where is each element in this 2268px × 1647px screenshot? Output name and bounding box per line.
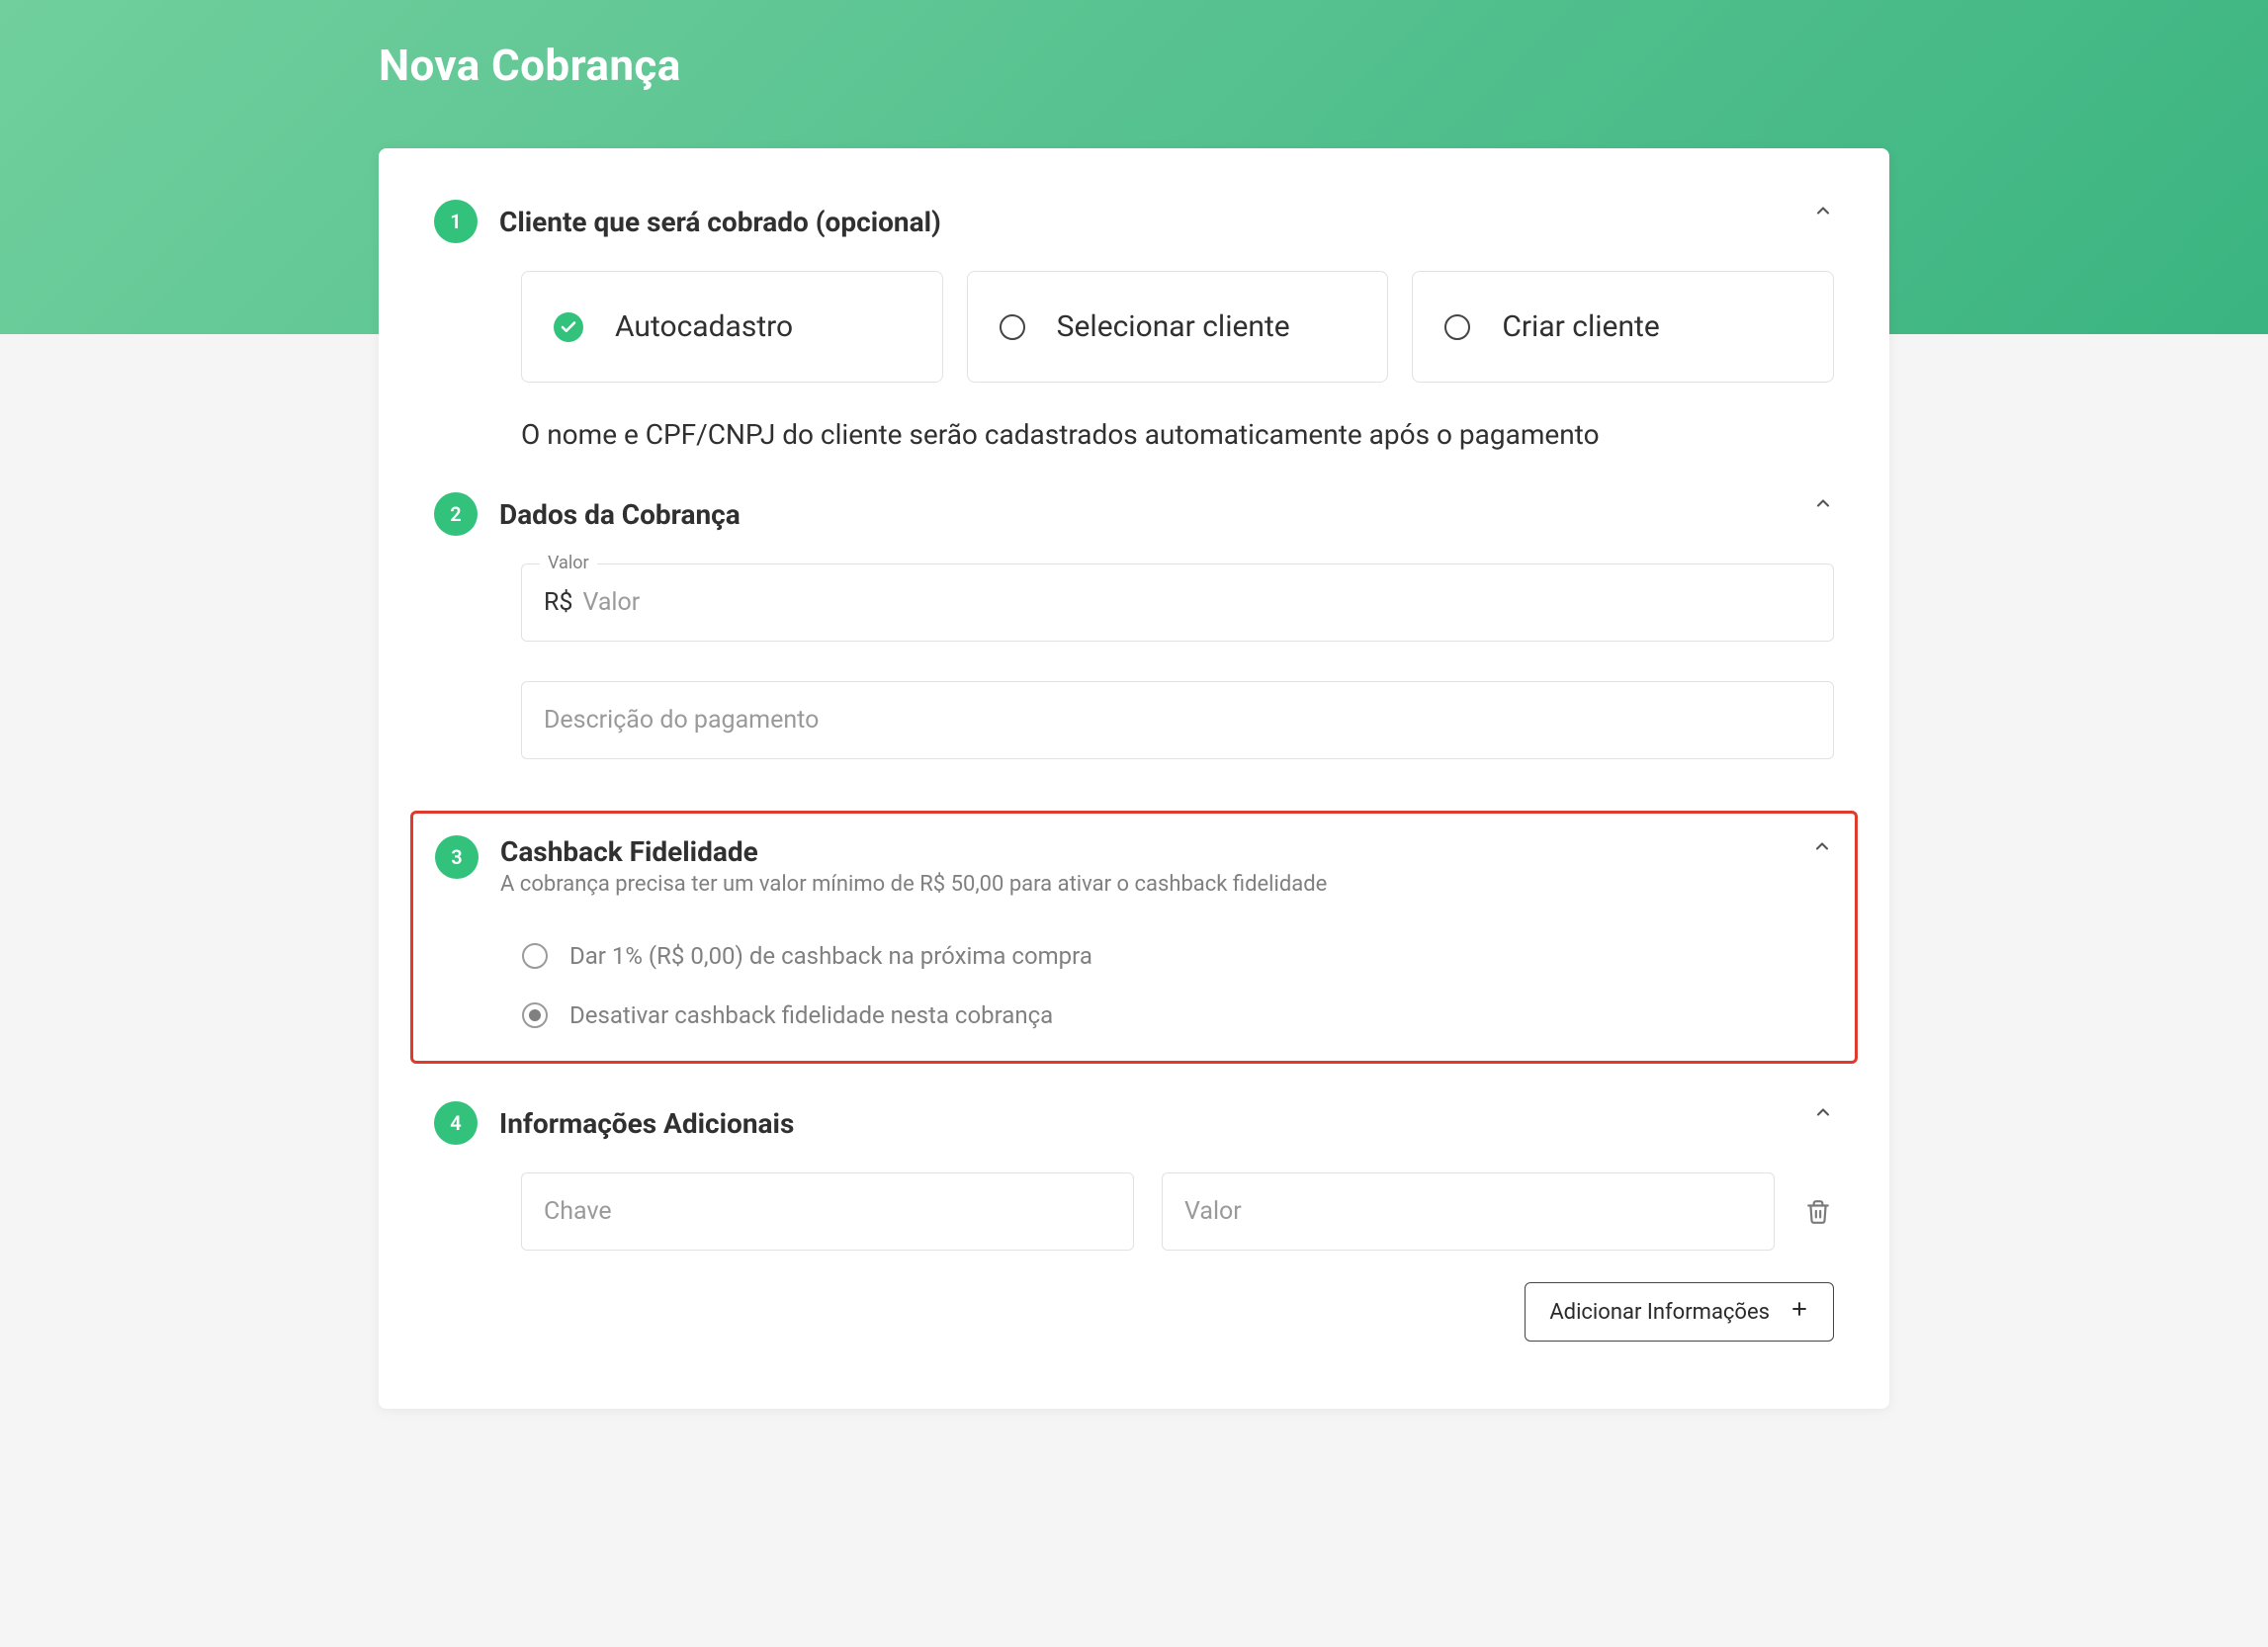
section-1-header-inner: 1 Cliente que será cobrado (opcional) <box>434 200 941 243</box>
section-2-header[interactable]: 2 Dados da Cobrança <box>434 486 1834 558</box>
section-4-body: Adicionar Informações <box>434 1167 1834 1377</box>
valor-input-wrapper[interactable]: Valor R$ <box>521 563 1834 642</box>
check-circle-icon <box>554 312 583 342</box>
client-options-row: Autocadastro Selecionar cliente Criar cl… <box>521 271 1834 402</box>
client-option-autocadastro[interactable]: Autocadastro <box>521 271 943 383</box>
step-badge-4: 4 <box>434 1101 478 1145</box>
page-title: Nova Cobrança <box>379 40 1889 91</box>
section-1-body: Autocadastro Selecionar cliente Criar cl… <box>434 265 1834 486</box>
chevron-up-icon <box>1812 200 1834 221</box>
client-option-criar[interactable]: Criar cliente <box>1412 271 1834 383</box>
cashback-radio-list: Dar 1% (R$ 0,00) de cashback na próxima … <box>435 918 1833 1029</box>
section-2-header-inner: 2 Dados da Cobrança <box>434 492 741 536</box>
valor-adicional-input[interactable] <box>1184 1197 1752 1226</box>
radio-checked-icon <box>522 1002 548 1028</box>
valor-floating-label: Valor <box>540 553 597 573</box>
descricao-input[interactable] <box>544 706 1811 735</box>
trash-icon <box>1805 1197 1831 1227</box>
section-1-header[interactable]: 1 Cliente que será cobrado (opcional) <box>434 170 1834 265</box>
form-card: 1 Cliente que será cobrado (opcional) Au… <box>379 148 1889 1409</box>
page-container: Nova Cobrança 1 Cliente que será cobrado… <box>185 0 2083 1409</box>
cashback-option-give[interactable]: Dar 1% (R$ 0,00) de cashback na próxima … <box>522 942 1833 970</box>
chevron-up-icon <box>1812 1101 1834 1123</box>
client-option-label: Autocadastro <box>615 309 793 344</box>
chave-input[interactable] <box>544 1197 1111 1226</box>
valor-input[interactable] <box>582 588 1811 617</box>
cashback-option-disable[interactable]: Desativar cashback fidelidade nesta cobr… <box>522 1001 1833 1029</box>
currency-prefix: R$ <box>544 588 572 617</box>
radio-unchecked-icon <box>1444 314 1470 340</box>
delete-row-button[interactable] <box>1802 1193 1834 1231</box>
additional-info-row <box>521 1172 1834 1251</box>
section-2-body: Valor R$ <box>434 558 1834 795</box>
add-info-row: Adicionar Informações <box>521 1282 1834 1342</box>
chevron-up-icon <box>1812 492 1834 514</box>
radio-inner-dot <box>529 1009 541 1021</box>
section-3-highlighted: 3 Cashback Fidelidade A cobrança precisa… <box>410 811 1858 1064</box>
section-2-title: Dados da Cobrança <box>499 498 741 531</box>
chave-input-wrapper[interactable] <box>521 1172 1134 1251</box>
client-option-label: Selecionar cliente <box>1057 309 1290 344</box>
section-3-header[interactable]: 3 Cashback Fidelidade A cobrança precisa… <box>435 816 1833 918</box>
section-4-header[interactable]: 4 Informações Adicionais <box>434 1072 1834 1167</box>
valor-adicional-input-wrapper[interactable] <box>1162 1172 1775 1251</box>
step-badge-3: 3 <box>435 835 479 879</box>
section-3-title: Cashback Fidelidade <box>500 835 1327 868</box>
client-option-selecionar[interactable]: Selecionar cliente <box>967 271 1389 383</box>
cashback-option-label: Desativar cashback fidelidade nesta cobr… <box>569 1001 1053 1029</box>
section-4-header-inner: 4 Informações Adicionais <box>434 1101 794 1145</box>
step-badge-2: 2 <box>434 492 478 536</box>
radio-unchecked-icon <box>522 943 548 969</box>
cashback-option-label: Dar 1% (R$ 0,00) de cashback na próxima … <box>569 942 1092 970</box>
chevron-up-icon <box>1811 835 1833 857</box>
section-3-header-inner: 3 Cashback Fidelidade A cobrança precisa… <box>435 835 1327 897</box>
section-1-helper-text: O nome e CPF/CNPJ do cliente serão cadas… <box>521 418 1834 451</box>
step-badge-1: 1 <box>434 200 478 243</box>
add-info-button[interactable]: Adicionar Informações <box>1525 1282 1834 1342</box>
descricao-input-wrapper[interactable] <box>521 681 1834 759</box>
client-option-label: Criar cliente <box>1502 309 1659 344</box>
section-1-title: Cliente que será cobrado (opcional) <box>499 206 941 238</box>
section-3-subtitle: A cobrança precisa ter um valor mínimo d… <box>500 872 1327 897</box>
plus-icon <box>1789 1299 1809 1325</box>
section-3-title-group: Cashback Fidelidade A cobrança precisa t… <box>500 835 1327 897</box>
section-4-title: Informações Adicionais <box>499 1107 794 1140</box>
add-info-label: Adicionar Informações <box>1549 1300 1770 1325</box>
radio-unchecked-icon <box>1000 314 1025 340</box>
